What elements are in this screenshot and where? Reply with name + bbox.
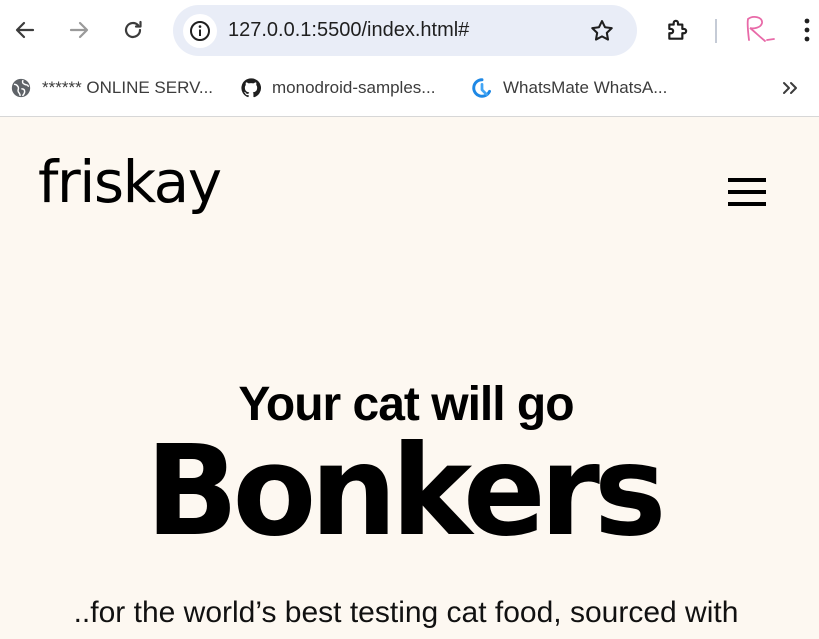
arrow-left-icon xyxy=(15,21,35,39)
hamburger-menu-button[interactable] xyxy=(728,178,766,206)
extensions-button[interactable] xyxy=(662,14,694,46)
more-vert-icon xyxy=(804,18,810,42)
profile-button[interactable] xyxy=(741,10,777,50)
menu-bar-line xyxy=(728,178,766,182)
bookmark-online-services[interactable]: ****** ONLINE SERV... xyxy=(10,74,213,102)
bookmark-label: ****** ONLINE SERV... xyxy=(42,78,214,97)
profile-signature-icon xyxy=(746,16,775,42)
url-text[interactable]: 127.0.0.1:5500/index.html# xyxy=(228,5,469,56)
menu-kebab-button[interactable] xyxy=(795,14,819,46)
menu-bar-line xyxy=(728,202,766,206)
toolbar-divider xyxy=(715,19,717,43)
puzzle-icon xyxy=(668,19,688,40)
double-chevron-right-icon xyxy=(783,82,797,94)
arrow-right-icon xyxy=(69,21,89,39)
site-logo[interactable]: friskay xyxy=(38,153,222,211)
menu-bar-line xyxy=(728,190,766,194)
bookmark-label: monodroid-samples... xyxy=(272,78,436,97)
reload-button[interactable] xyxy=(115,12,151,48)
bookmark-label: WhatsMate WhatsA... xyxy=(503,78,668,97)
whatsmate-icon xyxy=(472,78,491,98)
bookmark-whatsmate[interactable]: WhatsMate WhatsA... xyxy=(471,74,667,102)
bookmarks-bar: ****** ONLINE SERV... monodroid-samples.… xyxy=(0,62,819,117)
hero-description: ..for the world’s best testing cat food,… xyxy=(73,596,739,629)
bookmark-monodroid-samples[interactable]: monodroid-samples... xyxy=(240,74,435,102)
hero-title: Bonkers xyxy=(145,418,666,564)
bookmark-star-button[interactable] xyxy=(589,18,615,44)
forward-button[interactable] xyxy=(61,12,97,48)
info-icon xyxy=(190,21,210,41)
browser-toolbar: 127.0.0.1:5500/index.html# xyxy=(0,0,819,62)
globe-icon xyxy=(11,78,31,98)
github-icon xyxy=(241,78,262,98)
address-bar[interactable]: 127.0.0.1:5500/index.html# xyxy=(173,5,637,56)
star-icon xyxy=(591,20,613,41)
more-bookmarks-button[interactable] xyxy=(776,74,804,102)
reload-icon xyxy=(124,20,142,39)
back-button[interactable] xyxy=(7,12,43,48)
web-page: friskay Your cat will go Bonkers ..for t… xyxy=(0,117,819,639)
site-info-button[interactable] xyxy=(183,14,217,48)
